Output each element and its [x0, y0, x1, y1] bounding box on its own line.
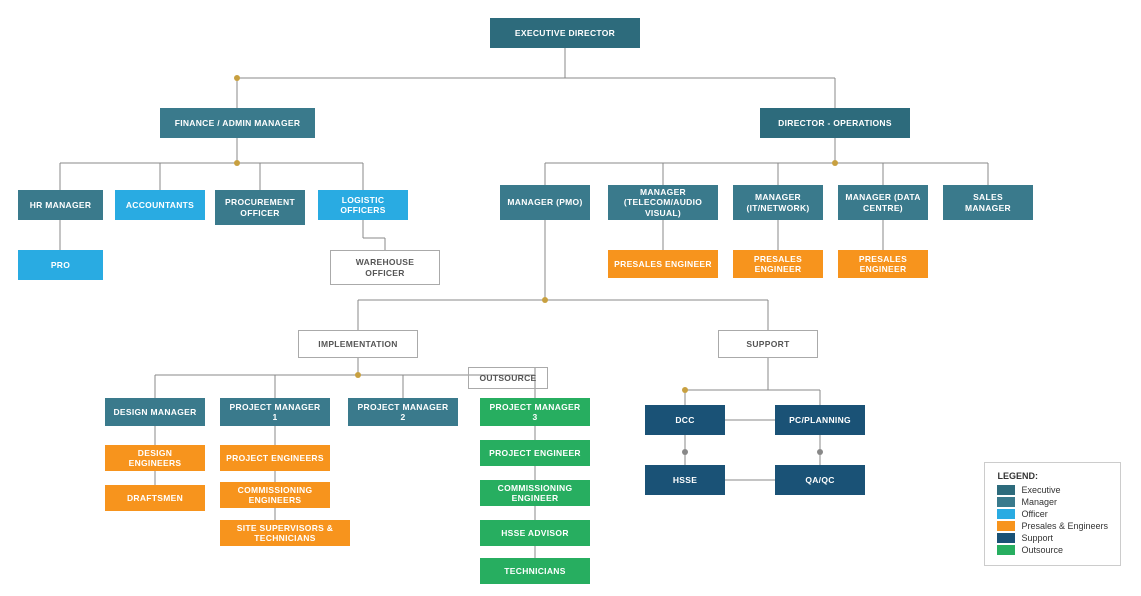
manager-telecom: MANAGER (TELECOM/AUDIO VISUAL)	[608, 185, 718, 220]
executive-director: EXECUTIVE DIRECTOR	[490, 18, 640, 48]
warehouse: WAREHOUSE OFFICER	[330, 250, 440, 285]
design-engineers: DESIGN ENGINEERS	[105, 445, 205, 471]
comm-engineers: COMMISSIONING ENGINEERS	[220, 482, 330, 508]
presales1: PRESALES ENGINEER	[608, 250, 718, 278]
legend-item: Manager	[997, 497, 1108, 507]
legend-item-label: Support	[1021, 533, 1053, 543]
project-engineers: PROJECT ENGINEERS	[220, 445, 330, 471]
pm1: PROJECT MANAGER 1	[220, 398, 330, 426]
manager-dc: MANAGER (DATA CENTRE)	[838, 185, 928, 220]
legend-color-box	[997, 485, 1015, 495]
legend-item-label: Outsource	[1021, 545, 1063, 555]
presales3: PRESALES ENGINEER	[838, 250, 928, 278]
legend-color-box	[997, 533, 1015, 543]
legend-item-label: Manager	[1021, 497, 1057, 507]
sales-manager: SALES MANAGER	[943, 185, 1033, 220]
legend-title: LEGEND:	[997, 471, 1108, 481]
legend-item-label: Executive	[1021, 485, 1060, 495]
hsse: HSSE	[645, 465, 725, 495]
legend-item: Officer	[997, 509, 1108, 519]
manager-pmo: MANAGER (PMO)	[500, 185, 590, 220]
legend-item-label: Presales & Engineers	[1021, 521, 1108, 531]
project-engineer-pm3: PROJECT ENGINEER	[480, 440, 590, 466]
legend-item: Support	[997, 533, 1108, 543]
support-box: SUPPORT	[718, 330, 818, 358]
site-supervisors: SITE SUPERVISORS & TECHNICIANS	[220, 520, 350, 546]
comm-engineer-pm3: COMMISSIONING ENGINEER	[480, 480, 590, 506]
legend-color-box	[997, 497, 1015, 507]
pc-planning: PC/PLANNING	[775, 405, 865, 435]
procurement: PROCUREMENT OFFICER	[215, 190, 305, 225]
outsource-label: OUTSOURCE	[468, 367, 548, 389]
legend: LEGEND: Executive Manager Officer Presales …	[984, 462, 1121, 566]
implementation: IMPLEMENTATION	[298, 330, 418, 358]
accountants: ACCOUNTANTS	[115, 190, 205, 220]
presales2: PRESALES ENGINEER	[733, 250, 823, 278]
pro: PRO	[18, 250, 103, 280]
pm2: PROJECT MANAGER 2	[348, 398, 458, 426]
legend-color-box	[997, 509, 1015, 519]
manager-it: MANAGER (IT/NETWORK)	[733, 185, 823, 220]
design-manager: DESIGN MANAGER	[105, 398, 205, 426]
hr-manager: HR MANAGER	[18, 190, 103, 220]
legend-color-box	[997, 521, 1015, 531]
technicians: TECHNICIANS	[480, 558, 590, 584]
legend-item: Outsource	[997, 545, 1108, 555]
finance-admin: FINANCE / ADMIN MANAGER	[160, 108, 315, 138]
legend-item: Executive	[997, 485, 1108, 495]
legend-item-label: Officer	[1021, 509, 1047, 519]
qa-qc: QA/QC	[775, 465, 865, 495]
legend-color-box	[997, 545, 1015, 555]
director-ops: DIRECTOR - OPERATIONS	[760, 108, 910, 138]
legend-item: Presales & Engineers	[997, 521, 1108, 531]
dcc: DCC	[645, 405, 725, 435]
org-chart: EXECUTIVE DIRECTOR FINANCE / ADMIN MANAGE…	[0, 0, 1141, 596]
draftsmen: DRAFTSMEN	[105, 485, 205, 511]
logistic: LOGISTIC OFFICERS	[318, 190, 408, 220]
pm3: PROJECT MANAGER 3	[480, 398, 590, 426]
hsse-advisor: HSSE ADVISOR	[480, 520, 590, 546]
